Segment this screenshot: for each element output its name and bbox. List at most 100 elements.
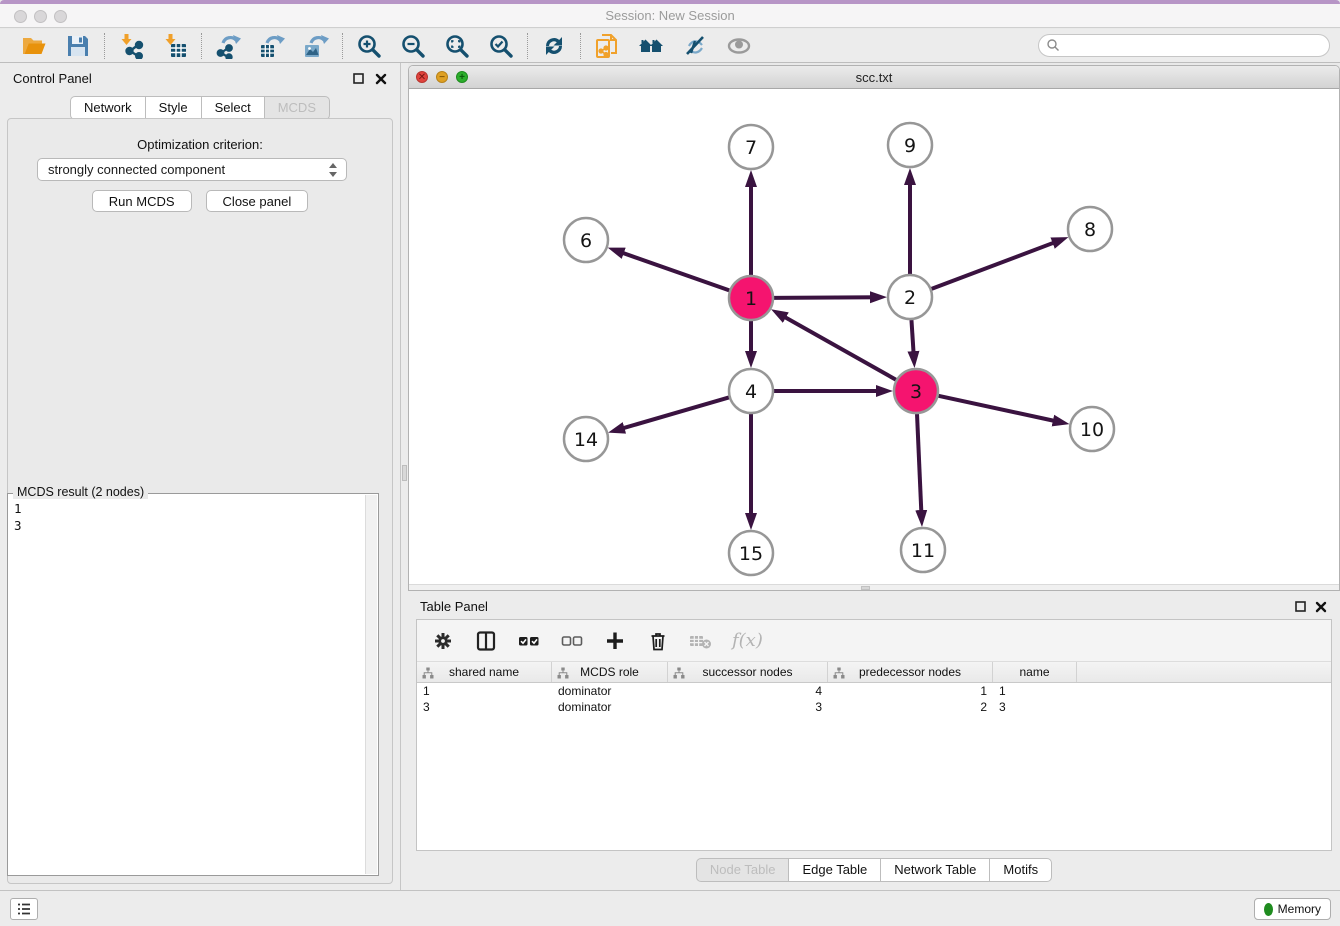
tab-select[interactable]: Select [201, 96, 264, 120]
network-graph: 7 9 6 8 1 2 4 3 14 10 15 11 [409, 89, 1339, 584]
graph-node-15[interactable]: 15 [729, 531, 773, 575]
tab-mcds[interactable]: MCDS [264, 96, 330, 120]
select-all-icon[interactable] [517, 629, 541, 653]
export-table-icon[interactable] [258, 32, 286, 60]
result-scrollbar[interactable] [365, 495, 377, 874]
graph-edge-2-3[interactable] [911, 320, 913, 359]
mcds-result-title: MCDS result (2 nodes) [13, 485, 148, 499]
criterion-value: strongly connected component [48, 162, 225, 177]
column-header-successor-nodes[interactable]: successor nodes [668, 662, 828, 682]
tab-network-table[interactable]: Network Table [880, 858, 989, 882]
graph-edge-4-14[interactable] [617, 397, 729, 430]
tab-network[interactable]: Network [70, 96, 145, 120]
node-table-container: f(x) shared name MCDS role successor nod… [416, 619, 1332, 851]
memory-label: Memory [1278, 902, 1321, 916]
table-row[interactable]: 3 dominator 3 2 3 [417, 699, 1331, 715]
zoom-selected-icon[interactable] [487, 32, 515, 60]
graph-edge-1-2[interactable] [774, 297, 878, 298]
table-panel: Table Panel [408, 591, 1340, 890]
graph-node-11[interactable]: 11 [901, 528, 945, 572]
create-column-plus-icon[interactable] [603, 629, 627, 653]
import-network-icon[interactable] [117, 32, 145, 60]
table-panel-title: Table Panel [420, 599, 488, 614]
clone-network-icon[interactable] [593, 32, 621, 60]
graph-node-9[interactable]: 9 [888, 123, 932, 167]
control-panel-tabs: Network Style Select MCDS [0, 96, 400, 120]
table-settings-gear-icon[interactable] [431, 629, 455, 653]
show-columns-icon[interactable] [474, 629, 498, 653]
tab-motifs[interactable]: Motifs [989, 858, 1052, 882]
graphics-details-icon[interactable] [681, 32, 709, 60]
select-stepper-icon [326, 162, 340, 178]
search-input[interactable] [1038, 34, 1330, 57]
graph-node-1[interactable]: 1 [729, 276, 773, 320]
svg-text:11: 11 [911, 540, 935, 562]
column-header-predecessor-nodes[interactable]: predecessor nodes [828, 662, 993, 682]
svg-text:1: 1 [745, 288, 757, 310]
task-history-button[interactable] [10, 898, 38, 920]
close-panel-button[interactable]: Close panel [206, 190, 309, 212]
tab-edge-table[interactable]: Edge Table [788, 858, 880, 882]
network-canvas[interactable]: 7 9 6 8 1 2 4 3 14 10 15 11 [409, 89, 1339, 584]
save-session-icon[interactable] [64, 32, 92, 60]
graph-edge-3-11[interactable] [917, 414, 922, 518]
close-panel-icon[interactable] [374, 72, 388, 86]
delete-column-trash-icon[interactable] [646, 629, 670, 653]
graph-node-4[interactable]: 4 [729, 369, 773, 413]
graph-edge-2-8[interactable] [932, 240, 1061, 289]
zoom-in-icon[interactable] [355, 32, 383, 60]
zoom-out-icon[interactable] [399, 32, 427, 60]
network-view-window: ✕ − + scc.txt 7968124314101511 [408, 65, 1340, 591]
export-image-icon[interactable] [302, 32, 330, 60]
control-panel: Control Panel Network Style Select MCDS … [0, 63, 401, 890]
graph-edge-1-6[interactable] [616, 251, 729, 291]
zoom-fit-icon[interactable] [443, 32, 471, 60]
splitter-handle[interactable] [402, 465, 407, 481]
vertical-splitter[interactable] [401, 63, 408, 890]
table-row[interactable]: 1 dominator 4 1 1 [417, 683, 1331, 699]
memory-button[interactable]: Memory [1254, 898, 1331, 920]
tab-node-table[interactable]: Node Table [696, 858, 789, 882]
graph-node-10[interactable]: 10 [1070, 407, 1114, 451]
graph-edge-3-10[interactable] [938, 396, 1060, 422]
apply-layout-icon[interactable] [540, 32, 568, 60]
svg-text:3: 3 [910, 381, 922, 403]
tree-icon [422, 667, 434, 679]
horizontal-splitter-handle[interactable] [861, 586, 870, 590]
tree-icon [673, 667, 685, 679]
deselect-all-icon[interactable] [560, 629, 584, 653]
graph-node-14[interactable]: 14 [564, 417, 608, 461]
column-header-mcds-role[interactable]: MCDS role [552, 662, 668, 682]
main-toolbar [0, 29, 1340, 63]
column-header-shared-name[interactable]: shared name [417, 662, 552, 682]
graph-node-6[interactable]: 6 [564, 218, 608, 262]
open-session-icon[interactable] [20, 32, 48, 60]
network-title: scc.txt [409, 70, 1339, 85]
show-all-panels-icon[interactable] [637, 32, 665, 60]
graph-node-3[interactable]: 3 [894, 369, 938, 413]
mcds-result-text: 1 3 [14, 500, 362, 871]
svg-text:6: 6 [580, 230, 592, 252]
birds-eye-view-icon[interactable] [725, 32, 753, 60]
svg-text:7: 7 [745, 137, 757, 159]
run-mcds-button[interactable]: Run MCDS [92, 190, 192, 212]
graph-node-7[interactable]: 7 [729, 125, 773, 169]
import-table-icon[interactable] [161, 32, 189, 60]
criterion-select[interactable]: strongly connected component [37, 158, 347, 181]
status-bar: Memory [0, 890, 1340, 926]
column-header-name[interactable]: name [993, 662, 1077, 682]
graph-edge-3-1[interactable] [779, 314, 896, 380]
mcds-result-box: MCDS result (2 nodes) 1 3 [7, 493, 379, 876]
network-bottom-strip [409, 584, 1339, 590]
svg-text:10: 10 [1080, 419, 1104, 441]
table-header-row: shared name MCDS role successor nodes pr… [417, 662, 1331, 683]
graph-node-2[interactable]: 2 [888, 275, 932, 319]
export-network-icon[interactable] [214, 32, 242, 60]
graph-node-8[interactable]: 8 [1068, 207, 1112, 251]
close-table-panel-icon[interactable] [1314, 600, 1328, 614]
control-panel-title: Control Panel [13, 71, 92, 86]
float-panel-icon[interactable] [352, 72, 366, 86]
float-table-panel-icon[interactable] [1294, 600, 1308, 614]
tab-style[interactable]: Style [145, 96, 201, 120]
svg-text:4: 4 [745, 381, 757, 403]
